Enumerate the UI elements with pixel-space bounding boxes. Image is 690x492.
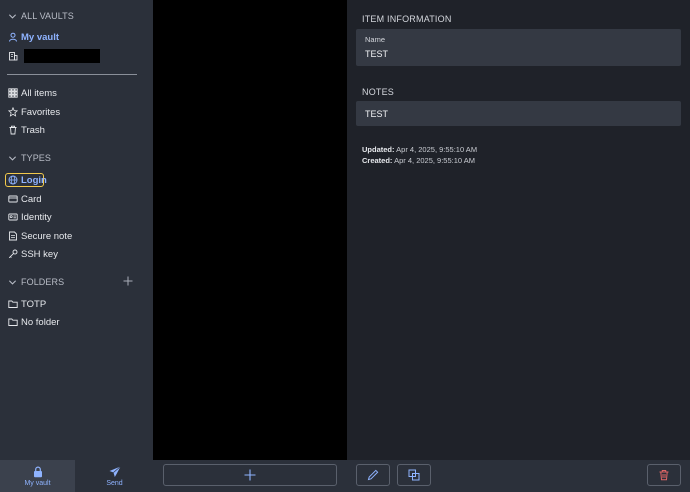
secure-note-label: Secure note [21, 230, 73, 242]
sidebar-item-card[interactable]: Card [7, 191, 42, 207]
paper-plane-icon [109, 465, 121, 477]
sidebar: ALL VAULTS My vault All items Favorites … [0, 0, 153, 460]
plus-icon [123, 276, 132, 286]
name-label: Name [365, 35, 386, 44]
bottom-nav: My vault Send [0, 460, 153, 492]
notes-field[interactable]: TEST [356, 101, 681, 126]
credit-card-icon [7, 194, 18, 205]
updated-label: Updated: [362, 145, 395, 154]
building-icon [7, 51, 18, 62]
plus-icon [244, 469, 256, 481]
card-label: Card [21, 193, 42, 205]
folders-header[interactable]: FOLDERS [7, 274, 64, 290]
name-value[interactable]: TEST [365, 49, 388, 59]
lock-icon [33, 466, 42, 477]
sidebar-item-trash[interactable]: Trash [7, 122, 45, 138]
item-information-title: ITEM INFORMATION [362, 14, 452, 24]
chevron-down-icon [7, 153, 18, 164]
created-label: Created: [362, 156, 393, 165]
my-vault-label: My vault [21, 31, 60, 43]
key-icon [7, 249, 18, 260]
list-toolbar [153, 460, 347, 492]
folders-label: FOLDERS [21, 277, 65, 287]
sidebar-item-org-vault[interactable] [7, 48, 100, 64]
id-card-icon [7, 212, 18, 223]
chevron-down-icon [7, 277, 18, 288]
redacted-vault-name [24, 49, 100, 63]
trash-label: Trash [21, 124, 45, 136]
notes-value[interactable]: TEST [365, 109, 388, 119]
note-icon [7, 231, 18, 242]
trash-icon [659, 470, 669, 481]
add-folder-button[interactable] [122, 276, 133, 287]
detail-toolbar [347, 460, 690, 492]
sidebar-item-folder-totp[interactable]: TOTP [7, 296, 46, 312]
folder-icon [7, 317, 18, 328]
favorites-label: Favorites [21, 106, 61, 118]
created-meta: Created: Apr 4, 2025, 9:55:10 AM [362, 156, 475, 165]
sidebar-item-favorites[interactable]: Favorites [7, 104, 60, 120]
login-label: Login [21, 174, 47, 186]
sidebar-item-no-folder[interactable]: No folder [7, 314, 60, 330]
all-vaults-label: ALL VAULTS [21, 11, 74, 21]
grid-icon [7, 88, 18, 99]
sidebar-item-my-vault[interactable]: My vault [7, 29, 59, 45]
add-item-button[interactable] [163, 464, 337, 486]
all-items-label: All items [21, 87, 57, 99]
pencil-icon [367, 469, 379, 481]
clone-button[interactable] [397, 464, 431, 486]
all-vaults-header[interactable]: ALL VAULTS [7, 8, 74, 24]
chevron-down-icon [7, 11, 18, 22]
sidebar-item-login[interactable]: Login [7, 172, 47, 188]
identity-label: Identity [21, 211, 52, 223]
clone-icon [408, 469, 420, 481]
folder-totp-label: TOTP [21, 298, 47, 310]
globe-icon [7, 175, 18, 186]
item-detail: ITEM INFORMATION Name TEST NOTES TEST Up… [347, 0, 690, 460]
folder-icon [7, 299, 18, 310]
nav-tab-my-vault[interactable]: My vault [0, 460, 75, 492]
trash-icon [7, 125, 18, 136]
sidebar-item-all-items[interactable]: All items [7, 85, 57, 101]
ssh-key-label: SSH key [21, 248, 58, 260]
updated-meta: Updated: Apr 4, 2025, 9:55:10 AM [362, 145, 477, 154]
sidebar-divider [7, 74, 137, 75]
created-value: Apr 4, 2025, 9:55:10 AM [394, 156, 475, 165]
sidebar-item-secure-note[interactable]: Secure note [7, 228, 72, 244]
user-icon [7, 32, 18, 43]
updated-value: Apr 4, 2025, 9:55:10 AM [396, 145, 478, 154]
sidebar-item-identity[interactable]: Identity [7, 209, 52, 225]
nav-tab-send[interactable]: Send [77, 460, 152, 492]
notes-title: NOTES [362, 87, 395, 97]
item-list[interactable] [153, 0, 347, 460]
sidebar-item-ssh-key[interactable]: SSH key [7, 246, 58, 262]
star-icon [7, 107, 18, 118]
delete-button[interactable] [647, 464, 681, 486]
types-label: TYPES [21, 153, 52, 163]
no-folder-label: No folder [21, 316, 60, 328]
types-header[interactable]: TYPES [7, 150, 51, 166]
edit-button[interactable] [356, 464, 390, 486]
name-field[interactable]: Name TEST [356, 29, 681, 66]
nav-my-vault-label: My vault [24, 479, 51, 487]
nav-send-label: Send [106, 479, 123, 487]
